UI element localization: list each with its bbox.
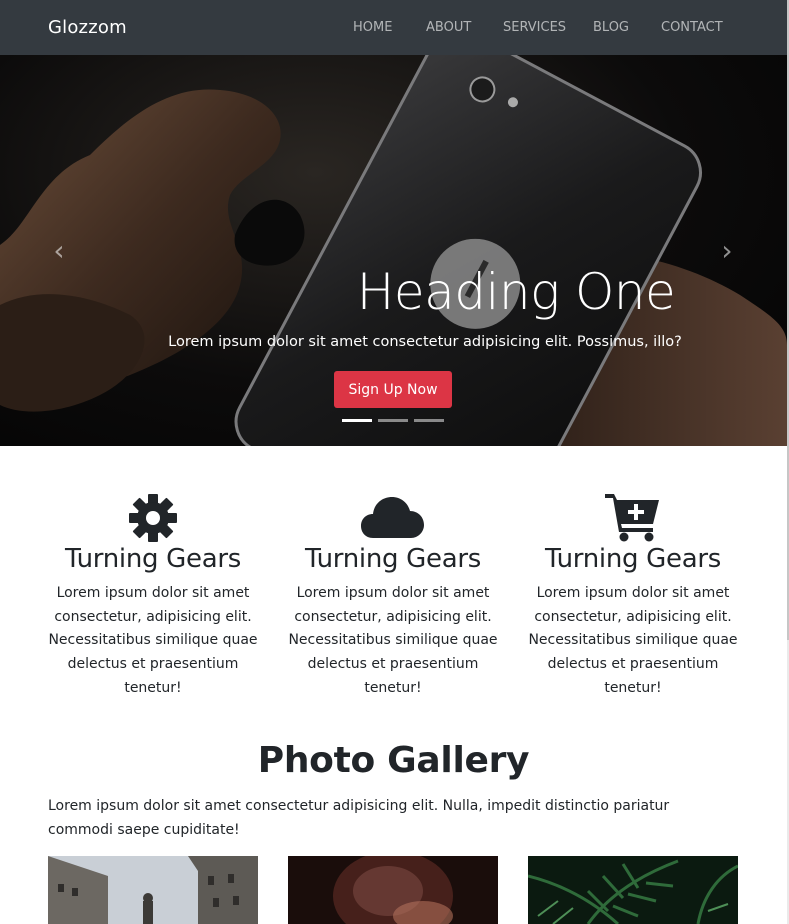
gallery-thumbnail-2[interactable]	[288, 856, 498, 924]
hero-carousel: ‹ › Heading One Lorem ipsum dolor sit am…	[0, 55, 787, 446]
gear-icon	[129, 494, 177, 542]
brand-logo[interactable]: Glozzom	[48, 17, 127, 38]
feature-card-1: Turning Gears Lorem ipsum dolor sit amet…	[38, 490, 268, 701]
feature-title: Turning Gears	[544, 544, 721, 574]
sign-up-button[interactable]: Sign Up Now	[334, 371, 452, 408]
carousel-indicator-2[interactable]	[378, 419, 408, 422]
feature-text: Lorem ipsum dolor sit amet consectetur, …	[288, 585, 498, 696]
feature-card-2: Turning Gears Lorem ipsum dolor sit amet…	[278, 490, 508, 701]
nav-item-contact[interactable]: CONTACT	[661, 20, 723, 35]
chevron-left-icon: ‹	[53, 234, 65, 267]
nav-item-blog[interactable]: BLOG	[593, 20, 629, 35]
feature-text: Lorem ipsum dolor sit amet consectetur, …	[48, 585, 258, 696]
gallery-thumbnail-3[interactable]	[528, 856, 738, 924]
gallery-thumbnail-1[interactable]	[48, 856, 258, 924]
gallery-title: Photo Gallery	[257, 740, 530, 781]
gallery-image	[48, 856, 258, 924]
gallery-text: Lorem ipsum dolor sit amet consectetur a…	[48, 798, 670, 838]
gallery-image	[288, 856, 498, 924]
carousel-heading: Heading One	[356, 263, 676, 321]
cloud-icon	[361, 497, 424, 538]
nav-item-home[interactable]: HOME	[353, 20, 392, 35]
nav-item-services[interactable]: SERVICES	[503, 20, 566, 35]
carousel-prev-button[interactable]: ‹	[47, 235, 71, 267]
carousel-indicator-1[interactable]	[342, 419, 372, 422]
feature-title: Turning Gears	[304, 544, 481, 574]
carousel-text: Lorem ipsum dolor sit amet consectetur a…	[168, 334, 682, 350]
gallery-image	[528, 856, 738, 924]
navbar: Glozzom HOME ABOUT SERVICES BLOG CONTACT	[0, 0, 787, 55]
feature-text: Lorem ipsum dolor sit amet consectetur, …	[528, 585, 738, 696]
cart-plus-icon	[605, 494, 659, 542]
feature-title: Turning Gears	[64, 544, 241, 574]
nav-item-about[interactable]: ABOUT	[426, 20, 471, 35]
feature-card-3: Turning Gears Lorem ipsum dolor sit amet…	[518, 490, 748, 701]
carousel-indicator-3[interactable]	[414, 419, 444, 422]
